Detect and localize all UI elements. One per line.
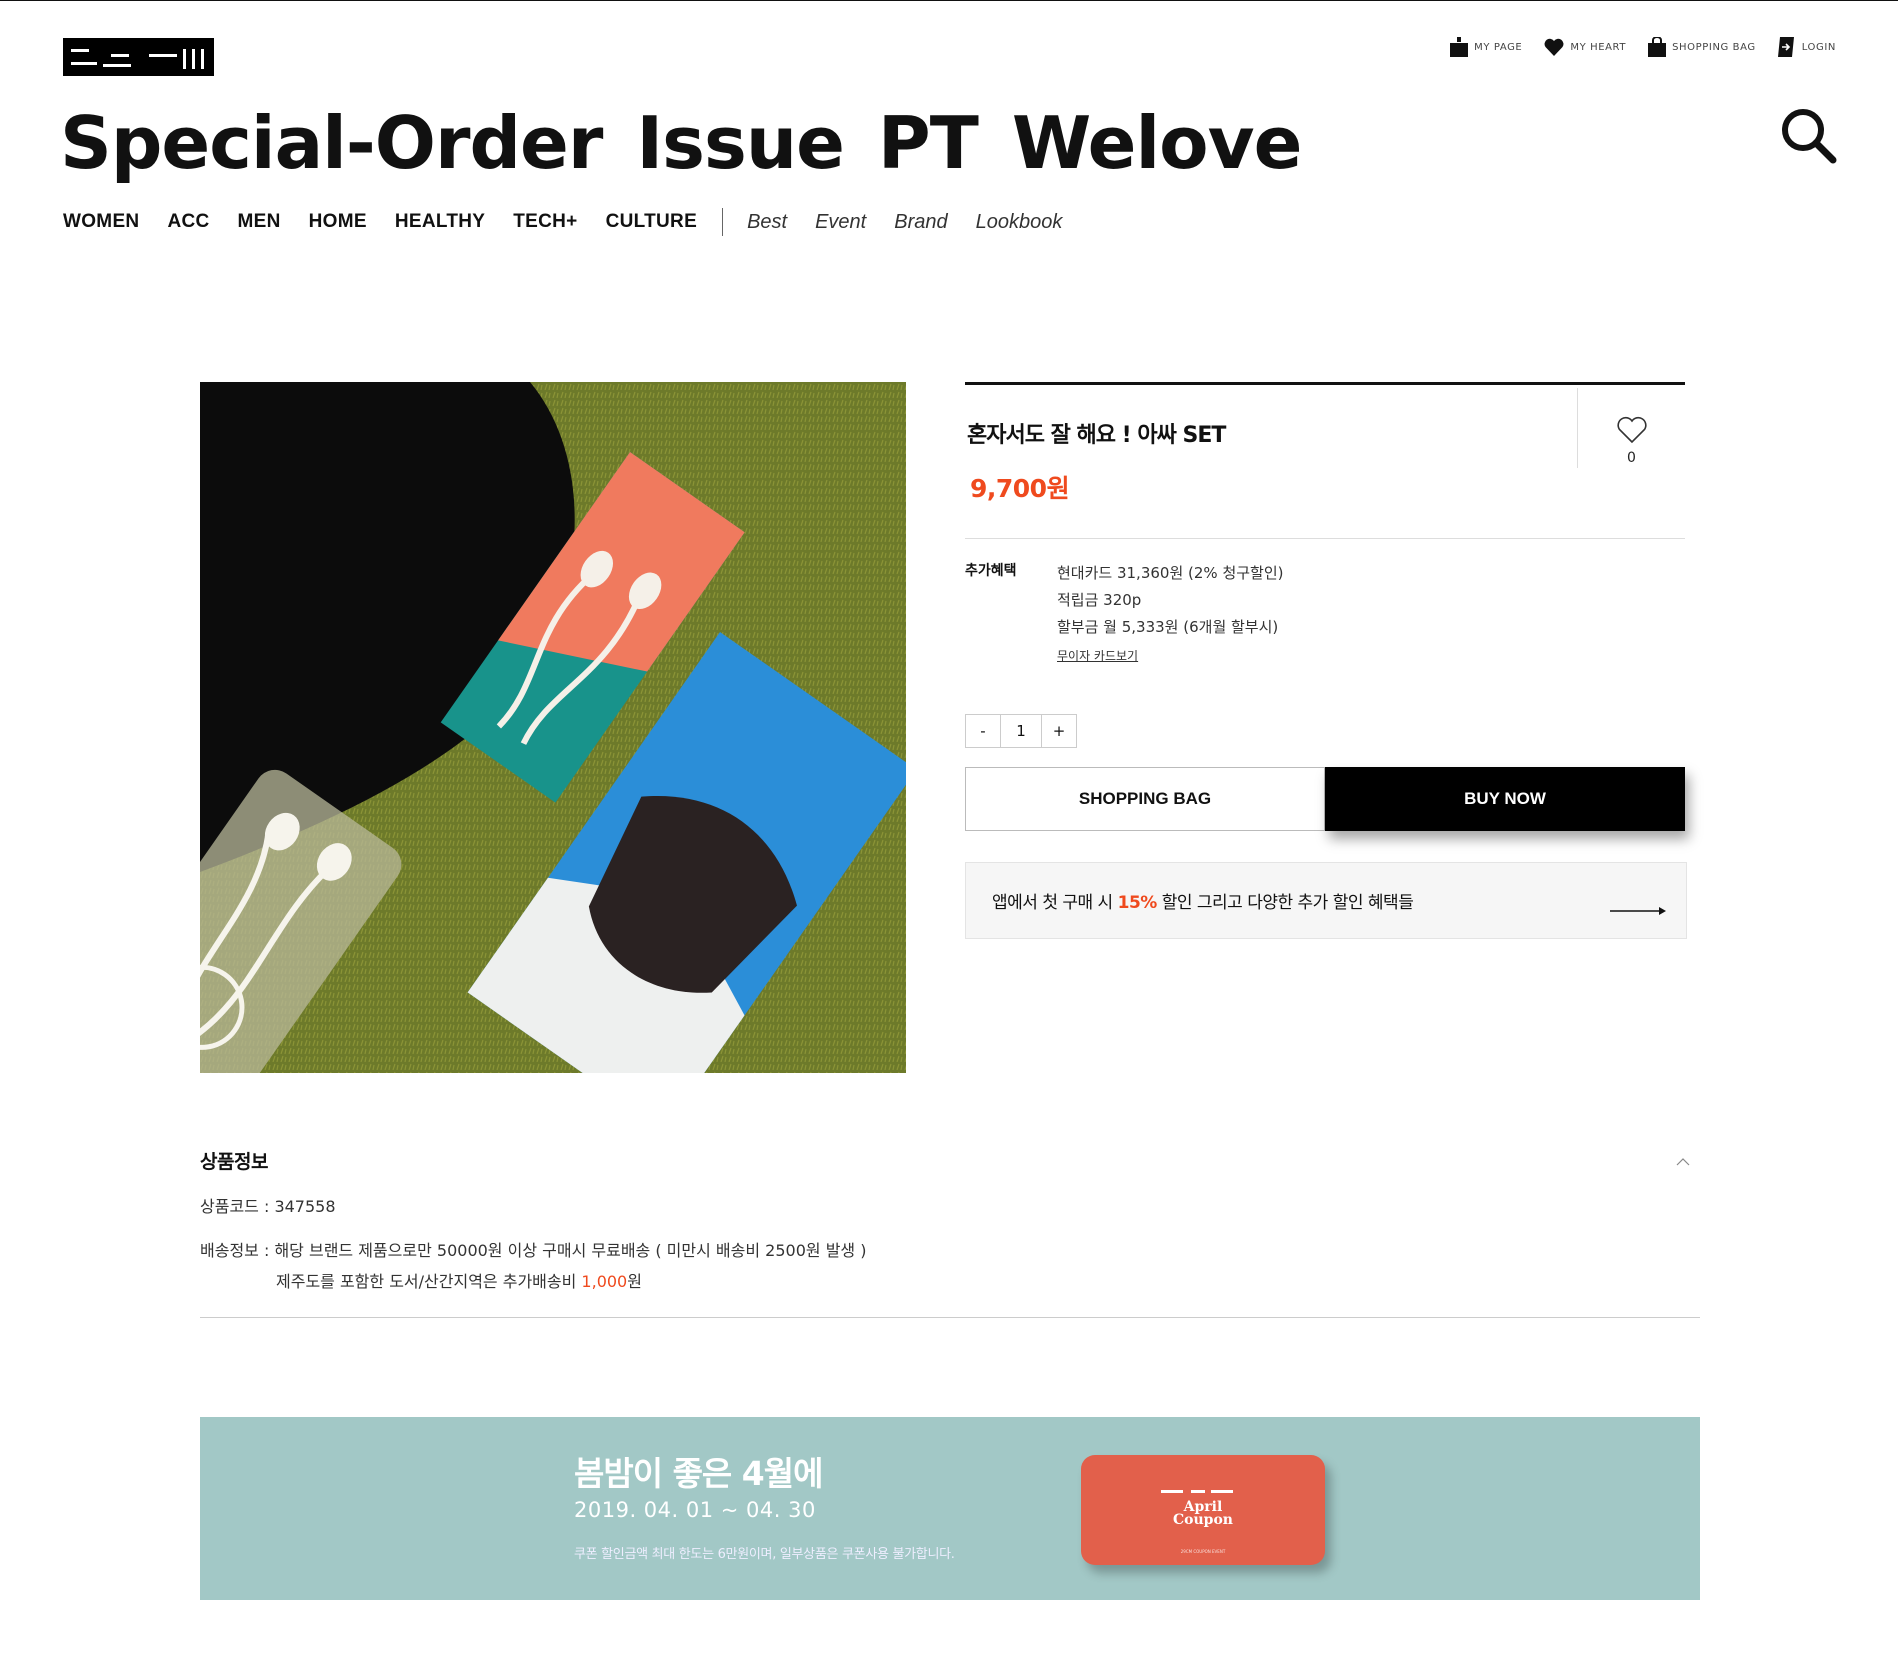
benefit-label: 추가혜택 [965,563,1017,579]
wishlist-count: 0 [1627,450,1636,466]
nav-lookbook[interactable]: Lookbook [976,211,1063,234]
bag-icon [1648,37,1667,57]
add-to-bag-button[interactable]: SHOPPING BAG [965,767,1325,831]
main-nav: WOMEN ACC MEN HOME HEALTHY TECH+ CULTURE… [63,208,1090,236]
coupon-caption: 29CM COUPON EVENT [1180,1549,1226,1554]
arrow-right-icon [1610,900,1666,919]
promo-discount: 15% [1117,893,1158,913]
benefit-installment: 할부금 월 5,333원 (6개월 할부시) [1057,618,1279,636]
my-page-label: MY PAGE [1474,41,1523,53]
nav-tech[interactable]: TECH+ [513,211,577,233]
nav-home[interactable]: HOME [309,211,367,233]
nav-event[interactable]: Event [815,211,866,234]
wishlist-heart-icon[interactable] [1616,416,1648,448]
nav-divider [722,208,724,236]
nav-culture[interactable]: CULTURE [606,211,697,233]
coupon-card: April Coupon 29CM COUPON EVENT [1081,1455,1325,1565]
banner-note: 쿠폰 할인금액 최대 한도는 6만원이며, 일부상품은 쿠폰사용 불가합니다. [574,1547,955,1562]
shopping-bag-label: SHOPPING BAG [1672,41,1756,53]
utility-nav: MY PAGE MY HEART SHOPPING BAG LOGIN [1450,37,1836,57]
search-icon [1778,109,1838,169]
headline-issue[interactable]: Issue [636,101,845,185]
shipping-info: 배송정보 : 해당 브랜드 제품으로만 50000원 이상 구매시 무료배송 (… [200,1235,866,1297]
site-logo[interactable] [63,38,214,76]
quantity-value[interactable]: 1 [1000,714,1042,748]
banner-date: 2019. 04. 01 ~ 04. 30 [574,1498,816,1522]
person-icon [1450,37,1469,57]
promo-text-start: 앱에서 첫 구매 시 [992,893,1118,913]
shipping-line-1: 배송정보 : 해당 브랜드 제품으로만 50000원 이상 구매시 무료배송 (… [200,1241,867,1260]
headline-welove[interactable]: Welove [1012,101,1303,185]
wishlist-box: 0 [1577,388,1685,468]
login-label: LOGIN [1801,41,1836,53]
product-image [200,382,906,1073]
promo-text-end: 할인 그리고 다양한 추가 할인 혜택들 [1156,893,1414,913]
quantity-stepper: - 1 + [965,714,1077,748]
product-info-panel: 혼자서도 잘 해요 ! 아싸 SET 9,700원 0 추가혜택 현대카드 31… [965,382,1687,942]
banner-title: 봄밤이 좋은 4월에 [574,1454,823,1493]
collapse-toggle[interactable] [1676,1151,1690,1170]
nav-best[interactable]: Best [747,211,787,234]
quantity-plus-button[interactable]: + [1041,714,1077,748]
april-coupon-banner[interactable]: 봄밤이 좋은 4월에 2019. 04. 01 ~ 04. 30 쿠폰 할인금액… [200,1417,1700,1600]
my-heart-label: MY HEART [1570,41,1627,53]
shopping-bag-link[interactable]: SHOPPING BAG [1648,37,1756,57]
headline-menu: Special-Order Issue PT Welove [60,101,1303,185]
login-link[interactable]: LOGIN [1777,37,1836,57]
product-price: 9,700원 [970,474,1070,503]
product-code: 상품코드 : 347558 [200,1197,336,1216]
nav-healthy[interactable]: HEALTHY [395,211,485,233]
product-details-title: 상품정보 [200,1151,268,1173]
nav-acc[interactable]: ACC [167,211,209,233]
app-promo-text: 앱에서 첫 구매 시 15% 할인 그리고 다양한 추가 할인 혜택들 [992,888,1414,913]
nav-women[interactable]: WOMEN [63,211,139,233]
coupon-title: April Coupon [1173,1499,1233,1528]
shipping-line-2: 제주도를 포함한 도서/산간지역은 추가배송비 1,000원 [200,1266,866,1297]
benefit-points: 적립금 320p [1057,591,1142,609]
interest-free-card-link[interactable]: 무이자 카드보기 [1057,647,1138,664]
headline-pt[interactable]: PT [878,101,979,185]
login-icon [1777,37,1796,57]
headline-special-order[interactable]: Special-Order [60,101,603,185]
buy-now-button[interactable]: BUY NOW [1325,767,1685,831]
heart-icon [1544,38,1564,56]
divider [965,538,1685,539]
search-button[interactable] [1778,105,1838,165]
coupon-logo-mark [1161,1490,1233,1493]
app-promo-banner[interactable]: 앱에서 첫 구매 시 15% 할인 그리고 다양한 추가 할인 혜택들 [965,862,1687,939]
shipping-line-2-text: 제주도를 포함한 도서/산간지역은 추가배송비 [276,1272,582,1291]
nav-brand[interactable]: Brand [894,211,947,234]
product-title: 혼자서도 잘 해요 ! 아싸 SET [967,423,1226,448]
nav-men[interactable]: MEN [238,211,281,233]
section-divider [200,1317,1700,1318]
shipping-line-2-unit: 원 [627,1272,642,1291]
benefit-list: 현대카드 31,360원 (2% 청구할인) 적립금 320p 할부금 월 5,… [1057,560,1284,641]
quantity-minus-button[interactable]: - [965,714,1001,748]
my-page-link[interactable]: MY PAGE [1450,37,1522,57]
my-heart-link[interactable]: MY HEART [1544,37,1626,57]
extra-shipping-fee: 1,000 [581,1272,628,1291]
chevron-up-icon [1676,1151,1690,1170]
benefit-card-discount: 현대카드 31,360원 (2% 청구할인) [1057,564,1284,582]
